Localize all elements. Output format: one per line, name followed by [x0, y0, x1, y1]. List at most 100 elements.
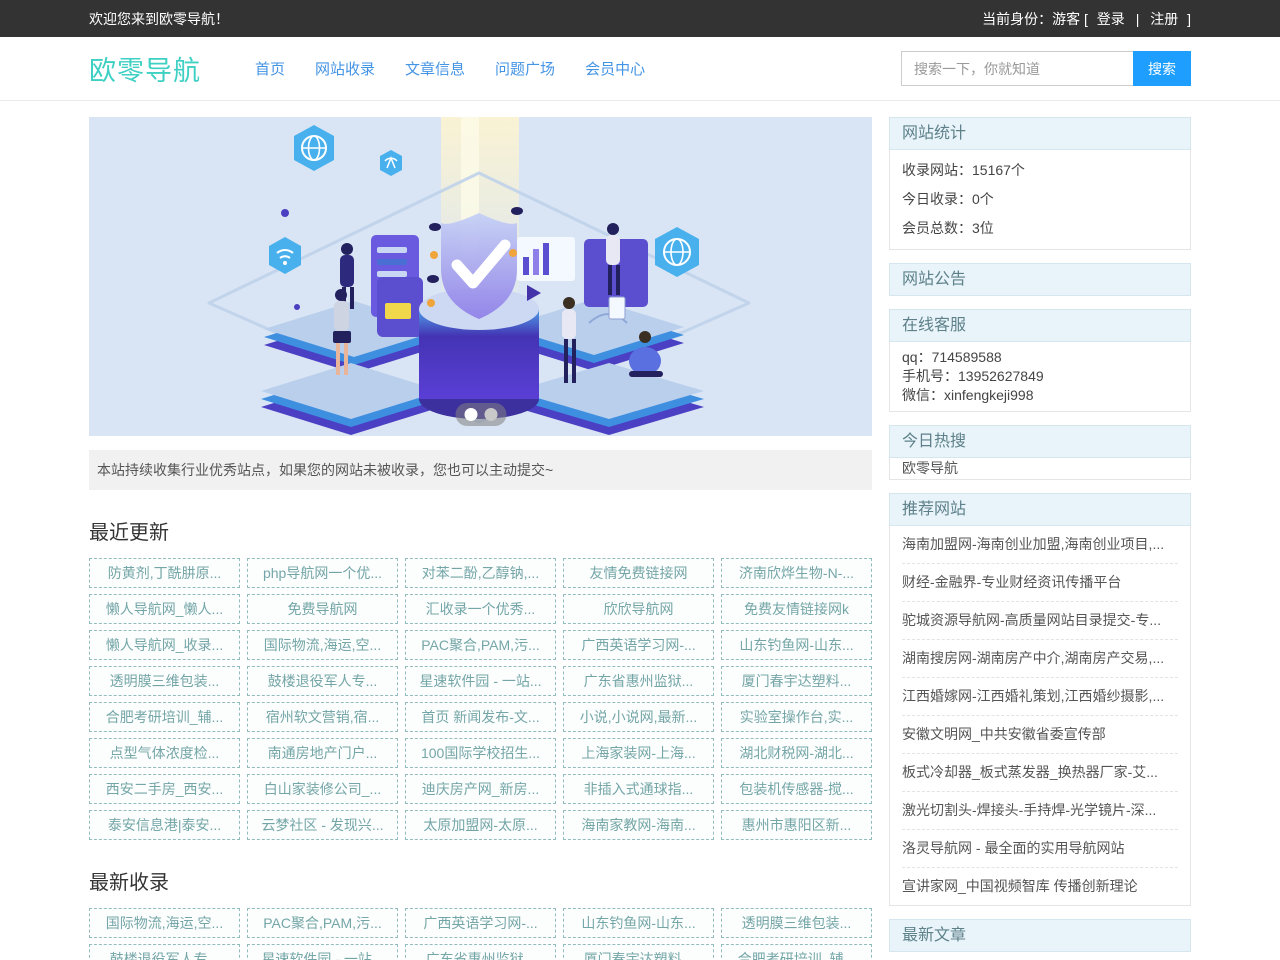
nav-item[interactable]: 问题广场 — [495, 58, 555, 79]
site-link[interactable]: 广西英语学习网-... — [405, 908, 556, 938]
register-link[interactable]: 注册 — [1150, 11, 1178, 27]
site-link[interactable]: 宿州软文营销,宿... — [247, 702, 398, 732]
site-link[interactable]: 点型气体浓度检... — [89, 738, 240, 768]
site-link[interactable]: 免费友情链接网k — [721, 594, 872, 624]
site-link[interactable]: 汇收录一个优秀... — [405, 594, 556, 624]
nav-item[interactable]: 会员中心 — [585, 58, 645, 79]
site-link[interactable]: 透明膜三维包装... — [89, 666, 240, 696]
main-column: 本站持续收集行业优秀站点，如果您的网站未被收录，您也可以主动提交~ 最近更新 防… — [89, 117, 872, 960]
site-link[interactable]: 南通房地产门户... — [247, 738, 398, 768]
announcement-box: 网站公告 — [889, 263, 1191, 296]
site-link[interactable]: 友情免费链接网 — [563, 558, 714, 588]
carousel-dot-active[interactable] — [464, 408, 477, 421]
site-link[interactable]: 实验室操作台,实... — [721, 702, 872, 732]
nav-item[interactable]: 文章信息 — [405, 58, 465, 79]
recommended-site-link[interactable]: 板式冷却器_板式蒸发器_换热器厂家-艾... — [902, 754, 1178, 792]
site-link[interactable]: 欣欣导航网 — [563, 594, 714, 624]
hot-search-body: 欧零导航 — [889, 458, 1191, 480]
service-line: 微信：xinfengkeji998 — [890, 386, 1190, 405]
site-link[interactable]: 太原加盟网-太原... — [405, 810, 556, 840]
recommended-site-link[interactable]: 财经-金融界-专业财经资讯传播平台 — [902, 564, 1178, 602]
site-link[interactable]: 免费导航网 — [247, 594, 398, 624]
latest-included-title: 最新收录 — [89, 866, 872, 895]
recommended-site-link[interactable]: 江西婚嫁网-江西婚礼策划,江西婚纱摄影,... — [902, 678, 1178, 716]
site-link[interactable]: 非插入式通球指... — [563, 774, 714, 804]
site-link[interactable]: 合肥考研培训_辅... — [89, 702, 240, 732]
recommended-site-link[interactable]: 驼城资源导航网-高质量网站目录提交-专... — [902, 602, 1178, 640]
site-link[interactable]: 广西英语学习网-... — [563, 630, 714, 660]
site-header: 欧零导航 首页 网站收录 文章信息 问题广场 会员中心 搜索 — [0, 37, 1280, 101]
service-line: qq：714589588 — [890, 348, 1190, 367]
site-link[interactable]: 山东钓鱼网-山东... — [563, 908, 714, 938]
site-link[interactable]: 防黄剂,丁酰肼原... — [89, 558, 240, 588]
site-link[interactable]: 厦门春宇达塑料... — [721, 666, 872, 696]
recommended-site-link[interactable]: 洛灵导航网 - 最全面的实用导航网站 — [902, 830, 1178, 868]
login-link[interactable]: 登录 — [1097, 11, 1125, 27]
site-link[interactable]: 懒人导航网_懒人... — [89, 594, 240, 624]
site-link[interactable]: 惠州市惠阳区新... — [721, 810, 872, 840]
site-link[interactable]: 鼓楼退役军人专... — [89, 944, 240, 960]
site-link[interactable]: 鼓楼退役军人专... — [247, 666, 398, 696]
site-link[interactable]: 首页 新闻发布-文... — [405, 702, 556, 732]
site-link[interactable]: 100国际学校招生... — [405, 738, 556, 768]
announcement-title: 网站公告 — [889, 263, 1191, 296]
site-link[interactable]: 包装机传感器-搅... — [721, 774, 872, 804]
search-button[interactable]: 搜索 — [1133, 51, 1191, 86]
recommended-site-link[interactable]: 海南加盟网-海南创业加盟,海南创业项目,... — [902, 526, 1178, 564]
recommended-body: 海南加盟网-海南创业加盟,海南创业项目,...财经-金融界-专业财经资讯传播平台… — [889, 526, 1191, 906]
site-logo[interactable]: 欧零导航 — [89, 49, 201, 88]
site-link[interactable]: 广东省惠州监狱... — [405, 944, 556, 960]
recommended-box: 推荐网站 海南加盟网-海南创业加盟,海南创业项目,...财经-金融界-专业财经资… — [889, 493, 1191, 906]
identity-label: 当前身份：游客 [ — [982, 11, 1088, 27]
service-body: qq：714589588手机号：13952627849微信：xinfengkej… — [889, 342, 1191, 412]
site-link[interactable]: 小说,小说网,最新... — [563, 702, 714, 732]
recommended-site-link[interactable]: 湖南搜房网-湖南房产中介,湖南房产交易,... — [902, 640, 1178, 678]
site-link[interactable]: 海南家教网-海南... — [563, 810, 714, 840]
banner-illustration — [89, 117, 872, 436]
site-link[interactable]: 国际物流,海运,空... — [247, 630, 398, 660]
site-link[interactable]: 国际物流,海运,空... — [89, 908, 240, 938]
notice-bar: 本站持续收集行业优秀站点，如果您的网站未被收录，您也可以主动提交~ — [89, 450, 872, 490]
site-link[interactable]: 广东省惠州监狱... — [563, 666, 714, 696]
site-link[interactable]: 迪庆房产网_新房... — [405, 774, 556, 804]
site-link[interactable]: 星速软件园 - 一站... — [247, 944, 398, 960]
nav-item[interactable]: 网站收录 — [315, 58, 375, 79]
service-title: 在线客服 — [889, 309, 1191, 342]
site-link[interactable]: 上海家装网-上海... — [563, 738, 714, 768]
banner-carousel[interactable] — [89, 117, 872, 436]
site-link[interactable]: 云梦社区 - 发现兴... — [247, 810, 398, 840]
nav-item[interactable]: 首页 — [255, 58, 285, 79]
site-link[interactable]: 济南欣烨生物-N-... — [721, 558, 872, 588]
site-link[interactable]: php导航网一个优... — [247, 558, 398, 588]
recommended-site-link[interactable]: 安徽文明网_中共安徽省委宣传部 — [902, 716, 1178, 754]
site-link[interactable]: 对苯二酚,乙醇钠,... — [405, 558, 556, 588]
site-link[interactable]: 湖北财税网-湖北... — [721, 738, 872, 768]
site-link[interactable]: 透明膜三维包装... — [721, 908, 872, 938]
latest-articles-box: 最新文章 — [889, 919, 1191, 952]
recommended-title: 推荐网站 — [889, 493, 1191, 526]
site-link[interactable]: PAC聚合,PAM,污... — [247, 908, 398, 938]
carousel-dots — [455, 403, 506, 426]
site-link[interactable]: 泰安信息港|泰安... — [89, 810, 240, 840]
site-link[interactable]: 白山家装修公司_... — [247, 774, 398, 804]
search-input[interactable] — [901, 51, 1133, 86]
recent-updates-grid: 防黄剂,丁酰肼原...php导航网一个优...对苯二酚,乙醇钠,...友情免费链… — [89, 558, 872, 840]
carousel-dot[interactable] — [484, 408, 497, 421]
stats-row: 收录网站：15167个 — [890, 156, 1190, 185]
stats-title: 网站统计 — [889, 117, 1191, 150]
site-link[interactable]: PAC聚合,PAM,污... — [405, 630, 556, 660]
main-nav: 首页 网站收录 文章信息 问题广场 会员中心 — [255, 58, 675, 79]
stats-row: 今日收录：0个 — [890, 185, 1190, 214]
site-link[interactable]: 山东钓鱼网-山东... — [721, 630, 872, 660]
search-box: 搜索 — [901, 51, 1191, 86]
recommended-site-link[interactable]: 宣讲家网_中国视频智库 传播创新理论 — [902, 868, 1178, 905]
recommended-site-link[interactable]: 激光切割头-焊接头-手持焊-光学镜片-深... — [902, 792, 1178, 830]
site-link[interactable]: 星速软件园 - 一站... — [405, 666, 556, 696]
site-link[interactable]: 懒人导航网_收录... — [89, 630, 240, 660]
site-link[interactable]: 合肥考研培训_辅... — [721, 944, 872, 960]
hot-search-item[interactable]: 欧零导航 — [890, 454, 970, 482]
identity-area: 当前身份：游客 [ 登录 | 注册 ] — [982, 9, 1191, 29]
topbar: 欢迎您来到欧零导航！ 当前身份：游客 [ 登录 | 注册 ] — [0, 0, 1280, 37]
site-link[interactable]: 厦门春宇达塑料... — [563, 944, 714, 960]
site-link[interactable]: 西安二手房_西安... — [89, 774, 240, 804]
